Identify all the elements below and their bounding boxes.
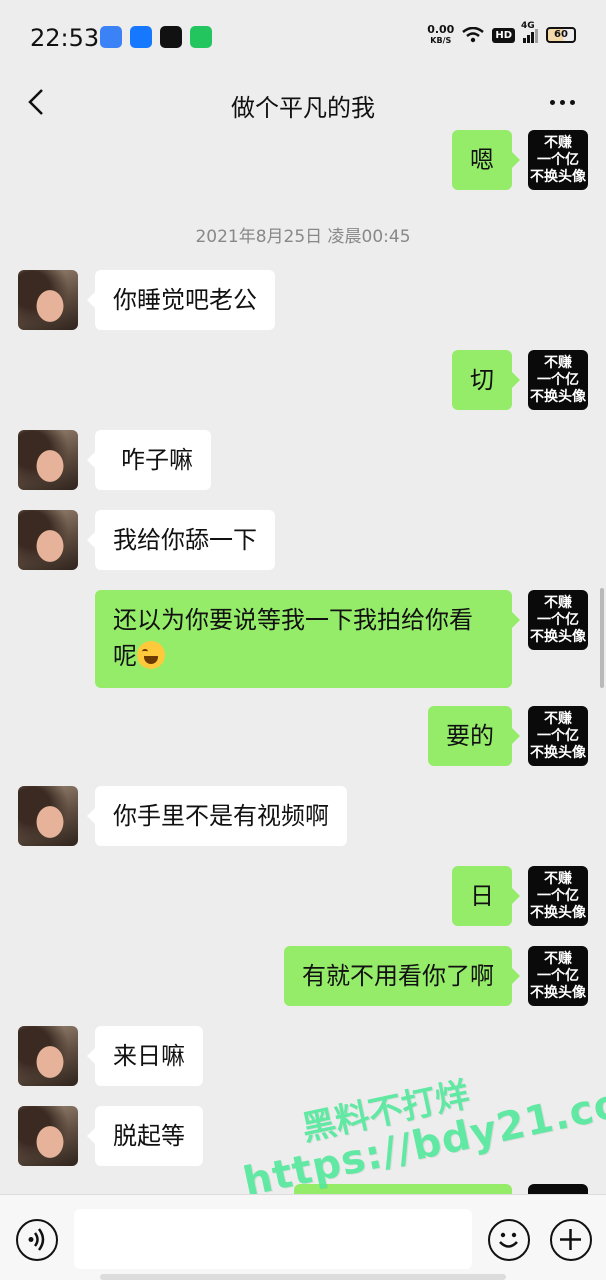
message-bubble-theirs[interactable]: 我给你舔一下 (87, 510, 275, 570)
message-bubble-mine[interactable]: 切 (452, 350, 520, 410)
scrollbar[interactable] (600, 588, 604, 688)
message-list[interactable]: 嗯 不赚 一个亿 不换头像 2021年8月25日 凌晨00:45 你睡觉吧老公 切 … (0, 128, 606, 1194)
my-avatar[interactable]: 不赚 一个亿 不换头像 (528, 350, 588, 410)
my-avatar[interactable] (528, 1184, 588, 1194)
more-dot-icon (559, 99, 565, 105)
contact-avatar[interactable] (18, 1026, 78, 1086)
message-row: 要的 不赚 一个亿 不换头像 (0, 706, 606, 768)
message-bubble-theirs[interactable]: 咋子嘛 (87, 430, 211, 490)
message-row: 咋子嘛 (0, 430, 606, 492)
voice-input-button[interactable] (16, 1219, 58, 1261)
network-speed: 0.00 KB/S (427, 24, 454, 46)
more-options-button[interactable] (542, 80, 582, 124)
wifi-icon (462, 27, 485, 43)
contact-avatar[interactable] (18, 510, 78, 570)
alipay-app-icon (130, 26, 152, 48)
my-avatar[interactable]: 不赚 一个亿 不换头像 (528, 706, 588, 766)
contact-avatar[interactable] (18, 430, 78, 490)
message-row: 切 不赚 一个亿 不换头像 (0, 350, 606, 412)
message-app-icon (100, 26, 122, 48)
message-row: 我给你舔一下 (0, 510, 606, 572)
message-text-line: 还以为你要说等我一下我拍给你看 (113, 606, 473, 634)
message-row: 你手里不是有视频啊 (0, 786, 606, 848)
input-bar (0, 1194, 606, 1280)
message-row: 日 不赚 一个亿 不换头像 (0, 866, 606, 928)
home-indicator[interactable] (100, 1274, 506, 1280)
contact-avatar[interactable] (18, 1106, 78, 1166)
message-row: 嗯 不赚 一个亿 不换头像 (0, 130, 606, 192)
notification-icons (100, 26, 212, 48)
my-avatar[interactable]: 不赚 一个亿 不换头像 (528, 946, 588, 1006)
message-bubble-theirs[interactable]: 你睡觉吧老公 (87, 270, 275, 330)
message-bubble-theirs[interactable]: 脱起等 (87, 1106, 203, 1166)
contact-avatar[interactable] (18, 270, 78, 330)
emoji-button[interactable] (488, 1219, 530, 1261)
message-text-line: 呢 (113, 642, 137, 670)
plus-icon (560, 1229, 581, 1250)
voice-icon (28, 1228, 45, 1251)
message-bubble-theirs[interactable]: 来日嘛 (87, 1026, 203, 1086)
more-dot-icon (549, 99, 555, 105)
app-notification-icon (190, 26, 212, 48)
network-speed-unit: KB/S (430, 36, 452, 45)
signal-icon: 4G (521, 21, 538, 43)
message-row: 还以为你要说等我一下我拍给你看 呢 不赚 一个亿 不换头像 (0, 590, 606, 690)
message-row: 来日嘛 (0, 1026, 606, 1088)
tiktok-app-icon (160, 26, 182, 48)
my-avatar[interactable]: 不赚 一个亿 不换头像 (528, 866, 588, 926)
status-time: 22:53 (30, 24, 100, 52)
network-type: 4G (521, 21, 535, 31)
more-actions-button[interactable] (550, 1219, 592, 1261)
my-avatar[interactable]: 不赚 一个亿 不换头像 (528, 590, 588, 650)
hd-voice-badge: HD (492, 27, 515, 43)
message-bubble-theirs[interactable]: 你手里不是有视频啊 (87, 786, 347, 846)
message-bubble-mine[interactable]: 要的 (428, 706, 520, 766)
chat-title: 做个平凡的我 (231, 94, 375, 122)
battery-icon: 60 (546, 27, 576, 43)
laughing-tears-emoji-icon (137, 641, 165, 669)
message-bubble-mine[interactable]: 还以为你要说等我一下我拍给你看 呢 (95, 590, 520, 688)
message-bubble-mine[interactable]: 有就不用看你了啊 (284, 946, 520, 1006)
my-avatar[interactable]: 不赚 一个亿 不换头像 (528, 130, 588, 190)
network-speed-value: 0.00 (427, 23, 455, 36)
message-bubble-mine[interactable]: 日 (452, 866, 520, 926)
smiley-icon (499, 1232, 518, 1248)
status-indicators: 0.00 KB/S HD 4G 60 (427, 21, 576, 46)
message-input[interactable] (74, 1209, 472, 1269)
more-dot-icon (569, 99, 575, 105)
message-row: 有就不用看你了啊 不赚 一个亿 不换头像 (0, 946, 606, 1008)
status-bar: 22:53 0.00 KB/S HD 4G 60 (0, 0, 606, 76)
contact-avatar[interactable] (18, 786, 78, 846)
message-row: 你睡觉吧老公 (0, 270, 606, 332)
message-bubble-mine[interactable]: 嗯 (452, 130, 520, 190)
chat-header: 做个平凡的我 (0, 76, 606, 128)
message-timestamp: 2021年8月25日 凌晨00:45 (195, 227, 411, 247)
